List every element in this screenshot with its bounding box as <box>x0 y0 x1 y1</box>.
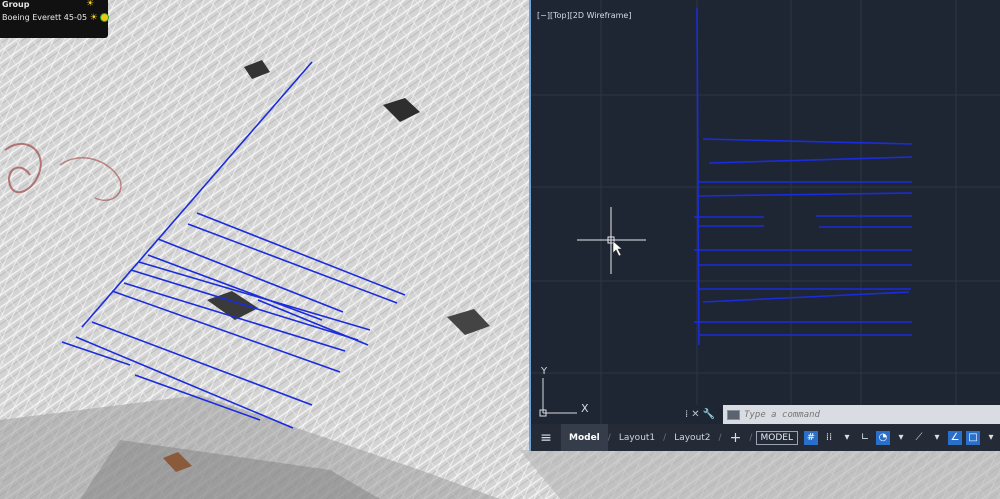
annotation-icon[interactable]: ∠ <box>948 430 962 445</box>
add-layout-button[interactable]: + <box>722 430 750 446</box>
plan-geometry[interactable] <box>694 7 913 346</box>
viewport-grid <box>531 0 1000 451</box>
isodraft-icon[interactable]: ⟋ <box>912 431 926 445</box>
close-icon[interactable]: ✕ <box>691 409 699 420</box>
layer-group-label: Group <box>2 0 30 9</box>
top-viewport[interactable]: Y X [−][Top][2D Wireframe] <box>529 0 1000 451</box>
polar-icon[interactable]: ◔ <box>876 430 890 445</box>
tab-model[interactable]: Model <box>561 424 608 451</box>
chevron-down-icon[interactable]: ▾ <box>930 431 944 445</box>
command-line[interactable]: ⁞ ✕ 🔧 <box>681 405 1000 424</box>
tab-layout1[interactable]: Layout1 <box>611 424 663 451</box>
ortho-icon[interactable]: ∟ <box>858 431 872 445</box>
command-input[interactable] <box>744 409 1000 420</box>
model-space-button[interactable]: MODEL <box>755 430 798 445</box>
tab-separator: / <box>749 432 753 443</box>
sun-icon[interactable]: ☀ <box>90 13 98 23</box>
grip-icon[interactable]: ⁞ <box>685 409 688 420</box>
status-bar[interactable]: ≡ Model / Layout1 / Layout2 / + / MODEL … <box>531 424 1000 451</box>
ucs-y-label: Y <box>540 366 548 377</box>
workspace-icon[interactable]: □ <box>966 430 980 445</box>
chevron-down-icon[interactable]: ▾ <box>840 431 854 445</box>
ucs-x-label: X <box>581 402 589 415</box>
chevron-down-icon[interactable]: ▾ <box>894 431 908 445</box>
point-cloud-gauge-icon[interactable] <box>100 13 110 22</box>
command-prompt-icon[interactable] <box>727 409 741 420</box>
snap-icon[interactable]: ⁞⁞ <box>822 431 836 445</box>
crosshair-cursor <box>577 207 646 274</box>
tab-layout2[interactable]: Layout2 <box>666 424 718 451</box>
sun-icon[interactable]: ☀ <box>86 0 94 9</box>
ucs-icon <box>539 378 577 417</box>
wrench-icon[interactable]: 🔧 <box>703 409 715 420</box>
hamburger-menu-icon[interactable]: ≡ <box>531 424 561 451</box>
chevron-down-icon[interactable]: ▾ <box>984 431 998 445</box>
layer-name-label: Boeing Everett 45-05 <box>2 13 88 22</box>
grid-icon[interactable]: # <box>804 430 818 445</box>
layer-panel[interactable]: Group ☀ Boeing Everett 45-05 ☀ <box>0 0 110 38</box>
viewport-controls-label[interactable]: [−][Top][2D Wireframe] <box>537 11 631 20</box>
